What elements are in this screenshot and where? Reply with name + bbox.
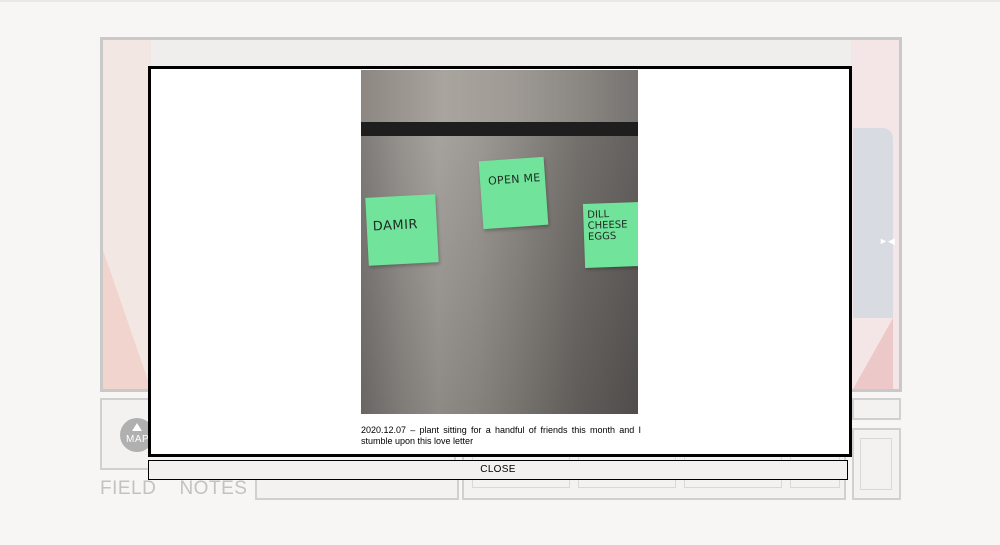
background-panel-slot — [860, 438, 892, 490]
background-right-card — [853, 128, 893, 318]
fridge-door-seam — [361, 122, 638, 136]
map-button-label: MAP — [126, 434, 150, 445]
fridge-freezer-door — [361, 70, 638, 122]
sticky-note-damir: DAMIR — [365, 194, 439, 266]
sticky-note-line: DILL — [587, 209, 610, 221]
close-button[interactable]: CLOSE — [148, 460, 848, 480]
photo-caption: 2020.12.07 – plant sitting for a handful… — [361, 425, 641, 446]
background-panel-small — [852, 398, 901, 420]
photo-modal: DAMIR OPEN ME DILL CHEESE EGGS 2020.12.0… — [148, 66, 852, 457]
triangle-up-icon — [132, 423, 142, 431]
background-left-shape — [103, 250, 151, 389]
field-notes-heading: FIELD NOTES — [100, 478, 248, 499]
background-right-shape — [853, 318, 893, 389]
fridge-photo: DAMIR OPEN ME DILL CHEESE EGGS — [361, 70, 638, 414]
sticky-note-open-me: OPEN ME — [478, 156, 549, 230]
sticky-note-line: EGGS — [587, 230, 617, 243]
page-top-rule — [0, 0, 1000, 2]
sticky-note-grocery: DILL CHEESE EGGS — [582, 202, 638, 268]
sticky-note-text: DAMIR — [372, 217, 419, 235]
background-panel-right — [852, 428, 901, 500]
sticky-note-line: CHEESE — [587, 219, 628, 232]
sticky-note-text: OPEN ME — [487, 171, 541, 188]
next-arrow-icon[interactable]: ►◀ — [879, 236, 895, 247]
